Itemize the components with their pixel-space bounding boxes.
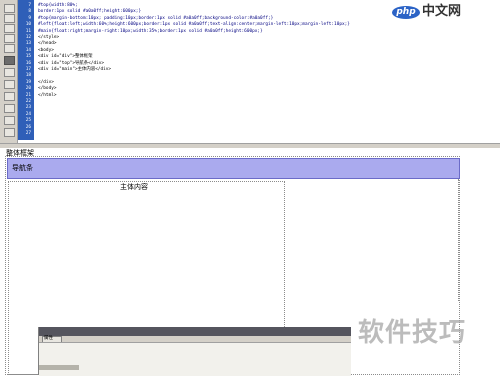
code-line: <div id="div">整体框架 <box>38 54 93 60</box>
line-number: 14 <box>25 47 31 53</box>
php-logo: php <box>392 6 420 19</box>
collapse-selection-icon[interactable] <box>4 34 15 43</box>
line-number: 19 <box>25 79 31 85</box>
show-code-navigator-icon[interactable] <box>4 14 15 23</box>
line-number: 7 <box>28 3 31 8</box>
site-logo-text: 中文网 <box>422 4 462 19</box>
balance-braces-icon[interactable] <box>4 68 15 77</box>
php-logo-text: php <box>396 7 416 17</box>
highlight-invalid-code-icon[interactable] <box>4 92 15 101</box>
main-content-label: 主体内容 <box>120 183 148 191</box>
nav-bar-box[interactable]: 导航条 <box>7 158 460 179</box>
line-number: 12 <box>25 35 31 40</box>
collapse-tag-icon[interactable] <box>4 24 15 33</box>
line-number: 18 <box>25 73 31 79</box>
line-number: 11 <box>25 28 31 34</box>
line-number: 24 <box>25 111 31 117</box>
apply-comment-icon[interactable] <box>4 104 15 113</box>
code-view[interactable]: 7 8 9 10 11 12 13 14 15 16 17 18 19 20 21 22 23 24 25 26 27 … <box>0 0 500 145</box>
properties-panel: 属性 <box>38 327 351 376</box>
line-number: 26 <box>25 124 31 130</box>
format-source-icon[interactable] <box>4 128 15 137</box>
properties-title-bar[interactable] <box>39 327 351 336</box>
line-number: 17 <box>25 67 31 72</box>
line-number: 23 <box>25 105 31 111</box>
watermark-text: 软件技巧 <box>358 318 467 348</box>
properties-body <box>39 342 351 376</box>
right-column-guide <box>458 179 460 301</box>
code-line: <body> <box>38 47 54 53</box>
expand-all-icon[interactable] <box>4 44 15 53</box>
remove-comment-icon[interactable] <box>4 116 15 125</box>
code-editor[interactable]: #top{width:80%; border:1px solid #a0a0ff;… <box>38 0 438 140</box>
line-number: 8 <box>28 9 31 15</box>
line-number: 13 <box>25 41 31 47</box>
code-line: #top{width:80%; <box>38 3 78 8</box>
properties-scrollbar[interactable] <box>39 365 79 370</box>
open-documents-icon[interactable] <box>4 4 15 13</box>
line-number: 10 <box>25 22 31 28</box>
code-line: </style> <box>38 35 60 40</box>
code-line: </body> <box>38 86 57 92</box>
line-number-gutter: 7 8 9 10 11 12 13 14 15 16 17 18 19 20 21 22 23 24 25 26 27 <box>18 0 34 140</box>
line-number: 27 <box>25 131 31 136</box>
code-line: </div> <box>38 79 54 85</box>
code-line: <div id="top">导航条</div> <box>38 60 105 66</box>
line-number: 15 <box>25 54 31 60</box>
code-line: #main{float:right;margin-right:10px;widt… <box>38 28 263 34</box>
line-number: 25 <box>25 118 31 124</box>
code-line: #top{margin-bottom:10px; padding:10px;bo… <box>38 15 274 21</box>
code-line: border:1px solid #a0a0ff;height:600px;} <box>38 9 142 15</box>
code-line: </head> <box>38 41 57 47</box>
code-line: </html> <box>38 92 57 98</box>
line-number: 22 <box>25 99 31 104</box>
select-parent-tag-icon[interactable] <box>4 56 15 65</box>
code-line: #left{float:left;width:60%;height:600px;… <box>38 22 350 28</box>
line-numbers-icon[interactable] <box>4 80 15 89</box>
code-toolbar <box>0 0 18 145</box>
line-number: 9 <box>28 15 31 21</box>
line-number: 20 <box>25 86 31 92</box>
nav-bar-label: 导航条 <box>12 164 33 172</box>
code-line: <div id="main">主体内容</div> <box>38 67 112 72</box>
line-number: 16 <box>25 60 31 66</box>
line-number: 21 <box>25 92 31 98</box>
